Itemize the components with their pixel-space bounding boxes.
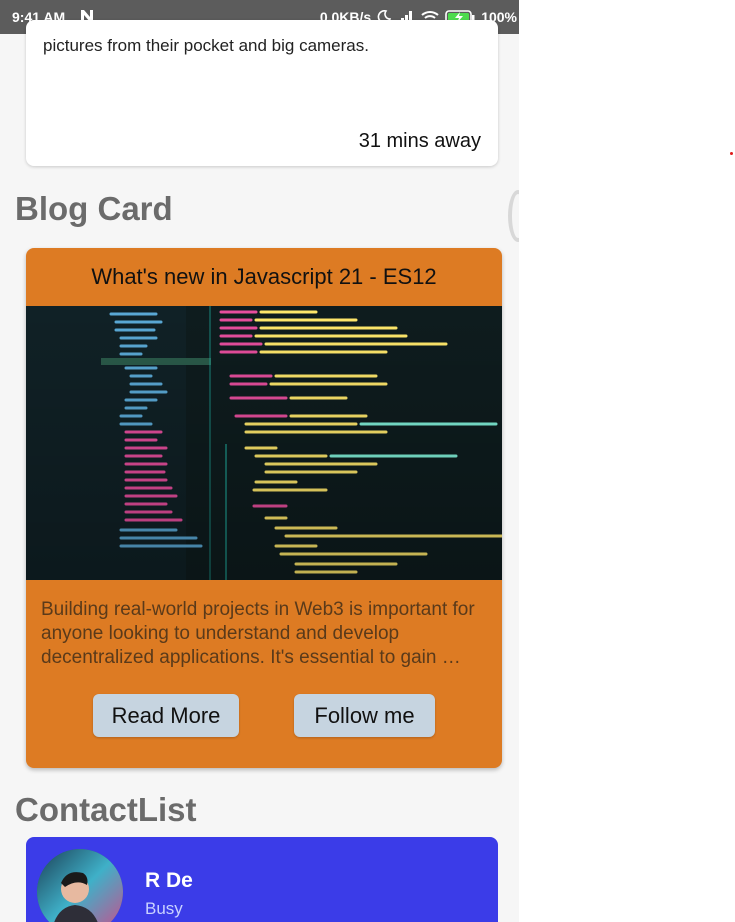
code-screenshot-graphic [26, 306, 502, 580]
code-screenshot-image [26, 306, 502, 580]
phone-screen: 9:41 AM 0.0KB/s 100% pictures from their… [0, 0, 519, 922]
contact-list-item[interactable]: R De Busy [26, 837, 498, 922]
pull-indicator [508, 190, 519, 242]
contact-section-title: ContactList [15, 791, 197, 828]
blog-section-title: Blog Card [15, 190, 173, 227]
blog-card-description: Building real-world projects in Web3 is … [41, 599, 475, 668]
follow-me-button[interactable]: Follow me [294, 694, 435, 737]
blog-card[interactable]: What's new in Javascript 21 - ES12 Build… [26, 248, 502, 768]
event-card[interactable]: pictures from their pocket and big camer… [26, 20, 498, 166]
blog-card-title: What's new in Javascript 21 - ES12 [91, 264, 437, 289]
contact-name: R De [145, 869, 193, 892]
avatar-photo-image [37, 849, 123, 922]
event-card-distance: 31 mins away [358, 130, 481, 152]
read-more-button[interactable]: Read More [93, 694, 239, 737]
touch-indicator-dot [730, 152, 733, 155]
contact-status: Busy [145, 899, 183, 918]
event-card-text: pictures from their pocket and big camer… [43, 36, 369, 55]
avatar [37, 849, 123, 922]
